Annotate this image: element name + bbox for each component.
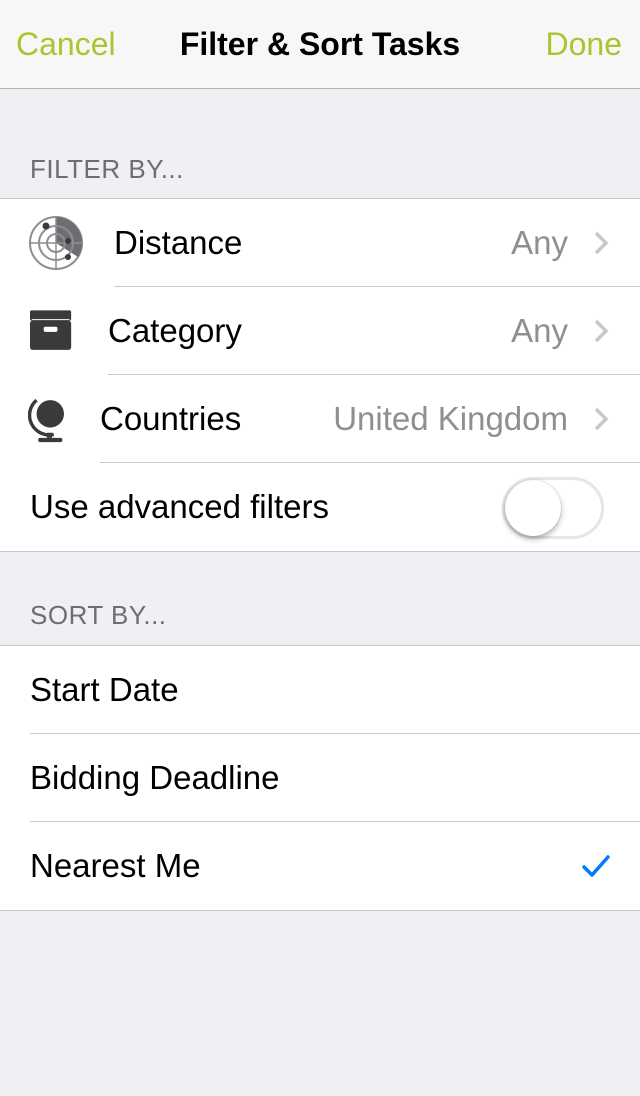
chevron-right-icon — [594, 231, 609, 255]
navigation-bar: Cancel Filter & Sort Tasks Done — [0, 0, 640, 89]
sort-option-label: Bidding Deadline — [30, 759, 280, 796]
advanced-filters-label: Use advanced filters — [30, 488, 329, 525]
sort-option-label: Nearest Me — [30, 847, 201, 884]
filter-row-countries[interactable]: Countries United Kingdom — [0, 375, 640, 463]
sort-option-nearest-me[interactable]: Nearest Me — [0, 822, 640, 910]
sort-group: Start Date Bidding Deadline Nearest Me — [0, 645, 640, 911]
advanced-filters-toggle[interactable] — [502, 477, 604, 539]
chevron-right-icon — [594, 319, 609, 343]
radar-icon — [29, 216, 83, 270]
checkmark-icon — [582, 855, 610, 877]
done-button[interactable]: Done — [546, 24, 623, 64]
category-label: Category — [108, 312, 242, 349]
globe-icon — [28, 398, 64, 443]
sort-option-label: Start Date — [30, 671, 179, 708]
distance-label: Distance — [114, 224, 243, 261]
filter-row-distance[interactable]: Distance Any — [0, 199, 640, 287]
category-value: Any — [511, 312, 568, 349]
sort-section-header: SORT BY... — [30, 600, 167, 630]
filter-section-header: FILTER BY... — [30, 154, 184, 184]
filter-row-advanced: Use advanced filters — [0, 463, 640, 551]
sort-option-bidding-deadline[interactable]: Bidding Deadline — [0, 734, 640, 822]
filter-group: Distance Any Category Any Countries Unit… — [0, 198, 640, 552]
distance-value: Any — [511, 224, 568, 261]
archive-box-icon — [30, 310, 72, 350]
sort-option-start-date[interactable]: Start Date — [0, 646, 640, 734]
page-title: Filter & Sort Tasks — [179, 26, 461, 62]
countries-value: United Kingdom — [333, 400, 568, 437]
countries-label: Countries — [100, 400, 242, 437]
filter-row-category[interactable]: Category Any — [0, 287, 640, 375]
toggle-knob — [505, 480, 561, 536]
chevron-right-icon — [594, 407, 609, 431]
